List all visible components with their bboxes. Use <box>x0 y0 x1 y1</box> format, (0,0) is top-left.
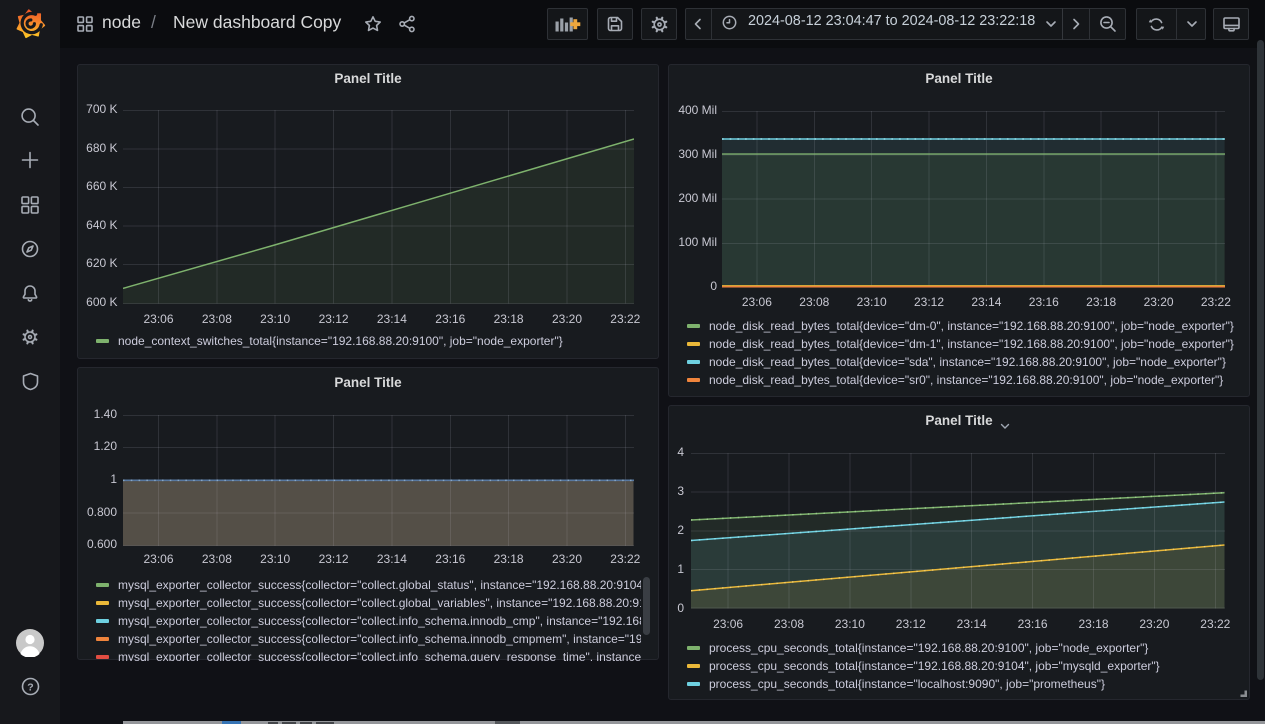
svg-text:?: ? <box>27 681 33 693</box>
